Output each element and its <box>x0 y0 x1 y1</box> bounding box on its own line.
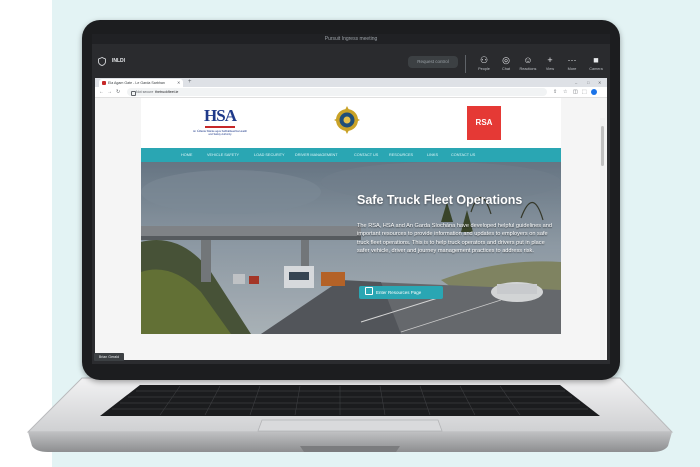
tab-strip: Ela Agam Gate - Le Garda Sarbhan ✕ + – □… <box>95 78 607 87</box>
laptop-screen: Pursuit Ingress meeting INLDI Request co… <box>92 34 610 364</box>
scrollbar[interactable] <box>600 118 605 360</box>
toolbar-divider <box>465 55 466 73</box>
meeting-toolbar: INLDI Request control ⚇ People ◎ Chat ☺ … <box>92 44 610 78</box>
tab-title: Ela Agam Gate - Le Garda Sarbhan <box>108 81 165 85</box>
address-bar-row: ← → ↻ Not secure thetruckfleet.ie ⇪ ☆ ◫ … <box>95 87 607 98</box>
view-icon: + <box>547 55 553 65</box>
shared-browser-window: Ela Agam Gate - Le Garda Sarbhan ✕ + – □… <box>95 78 607 360</box>
site-navigation: HOME VEHICLE SAFETY LOAD SECURITY DRIVER… <box>141 148 561 162</box>
close-window-icon[interactable]: ✕ <box>598 78 601 87</box>
scroll-thumb[interactable] <box>601 126 604 166</box>
view-button[interactable]: + View <box>540 54 560 76</box>
people-button[interactable]: ⚇ People <box>474 54 494 76</box>
close-tab-icon[interactable]: ✕ <box>177 79 180 87</box>
site-content: HSA An tÚdarás Sláinte agus Sábháilteach… <box>141 98 561 334</box>
reload-icon[interactable]: ↻ <box>116 87 120 97</box>
new-tab-button[interactable]: + <box>188 78 192 87</box>
more-icon: ⋯ <box>567 55 577 65</box>
share-icon[interactable]: ⇪ <box>553 87 557 97</box>
nav-resources[interactable]: RESOURCES <box>389 148 413 162</box>
shield-icon <box>98 57 106 66</box>
more-button[interactable]: ⋯ More <box>562 54 582 76</box>
presenter-name-badge: Brian Gerald <box>94 353 124 361</box>
camera-button[interactable]: ■ Camera <box>586 54 606 76</box>
people-icon: ⚇ <box>479 55 489 65</box>
browser-tab[interactable]: Ela Agam Gate - Le Garda Sarbhan ✕ <box>99 79 183 87</box>
reactions-icon: ☺ <box>523 55 533 65</box>
forward-icon[interactable]: → <box>107 87 112 97</box>
back-icon[interactable]: ← <box>99 87 104 97</box>
rsa-logo[interactable]: RSA <box>467 106 501 140</box>
nav-links[interactable]: LINKS <box>427 148 438 162</box>
meeting-name: INLDI <box>112 58 126 64</box>
enter-resources-label: Enter Resources Page <box>376 290 422 295</box>
security-label: Not secure <box>136 90 154 94</box>
nav-home[interactable]: HOME <box>181 148 192 162</box>
request-control-button[interactable]: Request control <box>408 56 458 68</box>
reactions-button[interactable]: ☺ Reactions <box>518 54 538 76</box>
minimize-icon[interactable]: – <box>575 78 577 87</box>
maximize-icon[interactable]: □ <box>587 78 589 87</box>
nav-load-security[interactable]: LOAD SECURITY <box>254 148 285 162</box>
hero-title: Safe Truck Fleet Operations <box>357 193 523 207</box>
enter-resources-button[interactable]: Enter Resources Page <box>359 286 443 299</box>
nav-contact-us-2[interactable]: CONTACT US <box>451 148 475 162</box>
camera-icon: ■ <box>593 55 599 65</box>
chat-button[interactable]: ◎ Chat <box>496 54 516 76</box>
garda-crest-logo[interactable] <box>334 106 360 136</box>
url-text[interactable]: thetruckfleet.ie <box>155 88 178 96</box>
web-page: HSA An tÚdarás Sláinte agus Sábháilteach… <box>95 98 607 360</box>
nav-contact-us[interactable]: CONTACT US <box>354 148 378 162</box>
favicon-icon <box>102 81 106 85</box>
extensions-icon[interactable]: ⬚ <box>582 87 587 97</box>
meeting-title-bar: Pursuit Ingress meeting <box>92 34 610 44</box>
hero-banner: Safe Truck Fleet Operations The RSA, HSA… <box>141 162 561 334</box>
sidebar-icon[interactable]: ◫ <box>573 87 578 97</box>
avatar[interactable] <box>591 89 597 95</box>
nav-vehicle-safety[interactable]: VEHICLE SAFETY <box>207 148 239 162</box>
resources-icon <box>365 287 373 295</box>
hero-description: The RSA, HSA and An Garda Síochána have … <box>357 223 552 254</box>
address-bar[interactable]: Not secure thetruckfleet.ie <box>127 88 547 96</box>
hsa-logo[interactable]: HSA An tÚdarás Sláinte agus Sábháilteach… <box>191 106 249 142</box>
chat-icon: ◎ <box>502 55 510 65</box>
bookmark-star-icon[interactable]: ☆ <box>563 87 567 97</box>
nav-driver-management[interactable]: DRIVER MANAGEMENT <box>295 148 338 162</box>
